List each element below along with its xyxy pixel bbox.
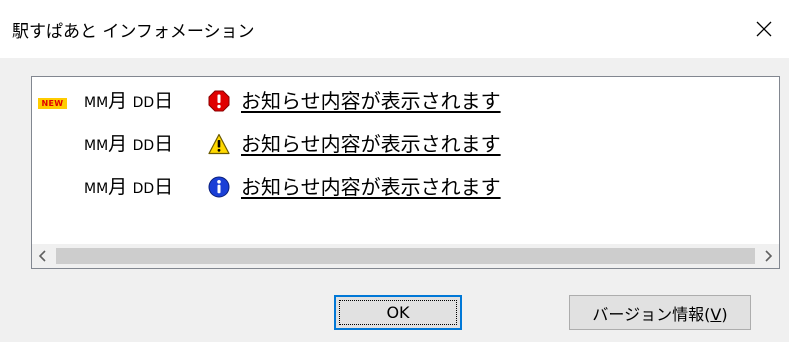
focus-ring <box>339 300 457 325</box>
list-item: MM月 DD日 お知らせ内容が表示されます <box>32 172 779 202</box>
notice-date: MM月 DD日 <box>84 90 174 112</box>
dialog-window: 駅すぱあと インフォメーション NEW MM月 DD日 お知らせ内容が表示されま… <box>0 0 789 342</box>
info-icon <box>208 176 230 198</box>
version-info-button[interactable]: バージョン情報(V) <box>569 295 751 330</box>
notice-link[interactable]: お知らせ内容が表示されます <box>241 172 501 202</box>
notice-list: NEW MM月 DD日 お知らせ内容が表示されます MM月 DD日 お知らせ内容… <box>31 76 780 269</box>
close-icon <box>756 21 772 37</box>
notice-link[interactable]: お知らせ内容が表示されます <box>241 86 501 116</box>
notice-date: MM月 DD日 <box>84 133 174 155</box>
scroll-left-button[interactable] <box>32 244 54 268</box>
list-item: MM月 DD日 お知らせ内容が表示されます <box>32 129 779 159</box>
chevron-left-icon <box>38 250 46 262</box>
error-icon <box>208 90 230 112</box>
warning-icon <box>208 133 230 155</box>
scroll-right-button[interactable] <box>757 244 779 268</box>
ok-button[interactable]: OK <box>334 295 462 330</box>
notice-date: MM月 DD日 <box>84 176 174 198</box>
horizontal-scrollbar[interactable] <box>32 244 779 268</box>
new-badge: NEW <box>38 98 67 109</box>
close-button[interactable] <box>739 0 789 58</box>
notice-link[interactable]: お知らせ内容が表示されます <box>241 129 501 159</box>
chevron-right-icon <box>765 250 773 262</box>
scroll-thumb[interactable] <box>56 248 755 264</box>
version-button-label: バージョン情報(V) <box>592 304 728 324</box>
list-item: NEW MM月 DD日 お知らせ内容が表示されます <box>32 86 779 116</box>
title-bar: 駅すぱあと インフォメーション <box>0 0 789 58</box>
window-title: 駅すぱあと インフォメーション <box>12 22 255 42</box>
